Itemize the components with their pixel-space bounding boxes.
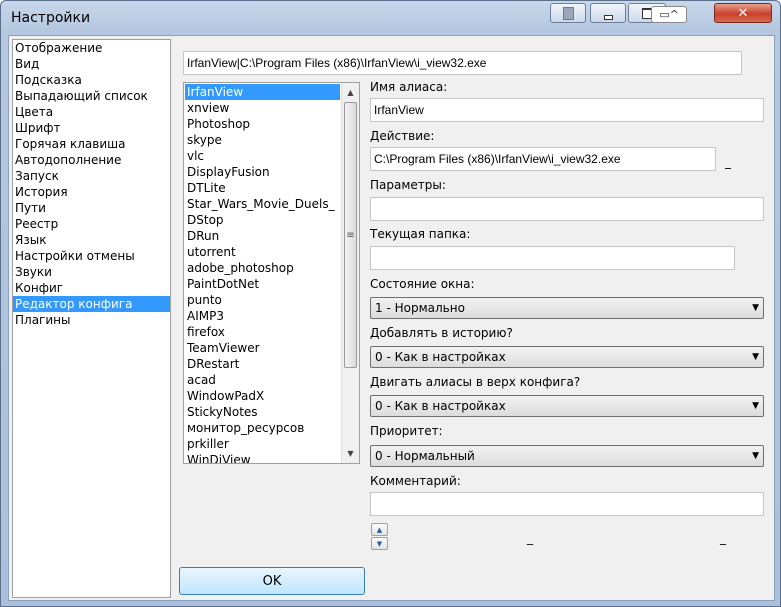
chevron-down-icon: ▼ [752, 401, 759, 411]
minimize-icon [603, 14, 613, 20]
alias-list-item[interactable]: IrfanView [185, 84, 340, 100]
comment-field[interactable] [370, 492, 764, 516]
sidebar-item[interactable]: Вид [13, 56, 170, 72]
ok-button[interactable]: OK [179, 567, 365, 595]
settings-category-list[interactable]: Отображение Вид Подсказка Выпадающий список… [12, 39, 171, 598]
sidebar-item[interactable]: Звуки [13, 264, 170, 280]
window-state-label: Состояние окна: [370, 277, 475, 291]
pin-button[interactable] [550, 3, 586, 23]
sidebar-item[interactable]: Автодополнение [13, 152, 170, 168]
window-state-select[interactable]: 1 - Нормально ▼ [370, 297, 764, 319]
move-up-button[interactable]: ▲ [371, 523, 388, 536]
window-state-value: 1 - Нормально [375, 301, 465, 315]
alias-list-item[interactable]: utorrent [185, 244, 340, 260]
alias-list[interactable]: IrfanView xnview Photoshop skype vlc DisplayF… [183, 82, 360, 464]
sidebar-item[interactable]: Редактор конфига [13, 296, 170, 312]
sidebar-item[interactable]: Плагины [13, 312, 170, 328]
sidebar-item[interactable]: Реестр [13, 216, 170, 232]
alias-list-item[interactable]: Photoshop [185, 116, 340, 132]
sidebar-item[interactable]: Запуск [13, 168, 170, 184]
action-browse-button[interactable]: _ [725, 155, 731, 169]
alias-list-item[interactable]: skype [185, 132, 340, 148]
params-label: Параметры: [370, 178, 446, 192]
alias-list-item[interactable]: DStop [185, 212, 340, 228]
sidebar-item[interactable]: Выпадающий список [13, 88, 170, 104]
window-switch-icon: ▭^ [659, 8, 679, 21]
add-history-value: 0 - Как в настройках [375, 350, 506, 364]
sidebar-item[interactable]: История [13, 184, 170, 200]
settings-window: Настройки ▭^ ✕ Отображение Вид Подсказка Вы… [0, 0, 781, 607]
move-down-button[interactable]: ▼ [371, 537, 388, 550]
alias-name-label: Имя алиаса: [370, 80, 448, 94]
arrow-down-icon: ▼ [376, 539, 383, 548]
action-field[interactable]: C:\Program Files (x86)\IrfanView\i_view3… [370, 147, 716, 171]
alias-list-item[interactable]: adobe_photoshop [185, 260, 340, 276]
alias-list-item[interactable]: DRestart [185, 356, 340, 372]
sidebar-item[interactable]: Отображение [13, 40, 170, 56]
arrow-up-icon: ▲ [376, 525, 383, 534]
sidebar-item[interactable]: Цвета [13, 104, 170, 120]
chevron-down-icon: ▼ [752, 352, 759, 362]
config-line-field[interactable]: IrfanView|C:\Program Files (x86)\IrfanVi… [183, 51, 742, 75]
pin-icon [562, 6, 574, 20]
bottom-dash-2[interactable]: _ [720, 531, 726, 545]
scroll-up-icon[interactable]: ▲ [342, 84, 359, 101]
alias-name-field[interactable]: IrfanView [370, 98, 764, 122]
alias-list-item[interactable]: DRun [185, 228, 340, 244]
scroll-thumb[interactable]: ≡ [344, 102, 357, 368]
move-top-value: 0 - Как в настройках [375, 399, 506, 413]
alias-list-item[interactable]: монитор_ресурсов [185, 420, 340, 436]
priority-select[interactable]: 0 - Нормальный ▼ [370, 445, 764, 467]
close-icon: ✕ [737, 5, 749, 21]
grip-icon: ≡ [346, 229, 355, 241]
client-area: Отображение Вид Подсказка Выпадающий список… [8, 35, 775, 601]
window-title: Настройки [11, 10, 91, 26]
sidebar-item[interactable]: Шрифт [13, 120, 170, 136]
alias-list-item[interactable]: Star_Wars_Movie_Duels_ [185, 196, 340, 212]
move-top-select[interactable]: 0 - Как в настройках ▼ [370, 395, 764, 417]
params-field[interactable] [370, 197, 764, 221]
close-button[interactable]: ✕ [714, 3, 772, 23]
add-history-select[interactable]: 0 - Как в настройках ▼ [370, 346, 764, 368]
alias-list-item[interactable]: WinDiView [185, 452, 340, 463]
alias-list-item[interactable]: DTLite [185, 180, 340, 196]
comment-label: Комментарий: [370, 474, 461, 488]
move-top-label: Двигать алиасы в верх конфига? [370, 375, 581, 389]
sidebar-item[interactable]: Конфиг [13, 280, 170, 296]
alias-list-item[interactable]: TeamViewer [185, 340, 340, 356]
chevron-down-icon: ▼ [752, 451, 759, 461]
add-history-label: Добавлять в историю? [370, 326, 513, 340]
alias-list-item[interactable]: xnview [185, 100, 340, 116]
alias-list-item[interactable]: AIMP3 [185, 308, 340, 324]
alias-list-item[interactable]: PaintDotNet [185, 276, 340, 292]
alias-list-item[interactable]: acad [185, 372, 340, 388]
alias-list-item[interactable]: punto [185, 292, 340, 308]
sidebar-item[interactable]: Язык [13, 232, 170, 248]
chevron-down-icon: ▼ [752, 303, 759, 313]
sidebar-item[interactable]: Настройки отмены [13, 248, 170, 264]
alias-list-scrollbar[interactable]: ▲ ≡ ▼ [341, 83, 359, 463]
alias-list-item[interactable]: StickyNotes [185, 404, 340, 420]
alias-list-item[interactable]: WindowPadX [185, 388, 340, 404]
alias-list-item[interactable]: vlc [185, 148, 340, 164]
sidebar-item[interactable]: Подсказка [13, 72, 170, 88]
sidebar-item[interactable]: Пути [13, 200, 170, 216]
minimize-button[interactable] [590, 3, 626, 23]
taskbar-pin-button[interactable]: ▭^ [651, 6, 687, 23]
bottom-dash-1[interactable]: _ [527, 531, 533, 545]
workdir-field[interactable] [370, 246, 735, 270]
alias-list-item[interactable]: prkiller [185, 436, 340, 452]
scroll-down-icon[interactable]: ▼ [342, 445, 359, 462]
priority-value: 0 - Нормальный [375, 449, 475, 463]
priority-label: Приоритет: [370, 424, 443, 438]
sidebar-item[interactable]: Горячая клавиша [13, 136, 170, 152]
alias-list-item[interactable]: DisplayFusion [185, 164, 340, 180]
workdir-label: Текущая папка: [370, 227, 471, 241]
action-label: Действие: [370, 129, 435, 143]
alias-list-item[interactable]: firefox [185, 324, 340, 340]
